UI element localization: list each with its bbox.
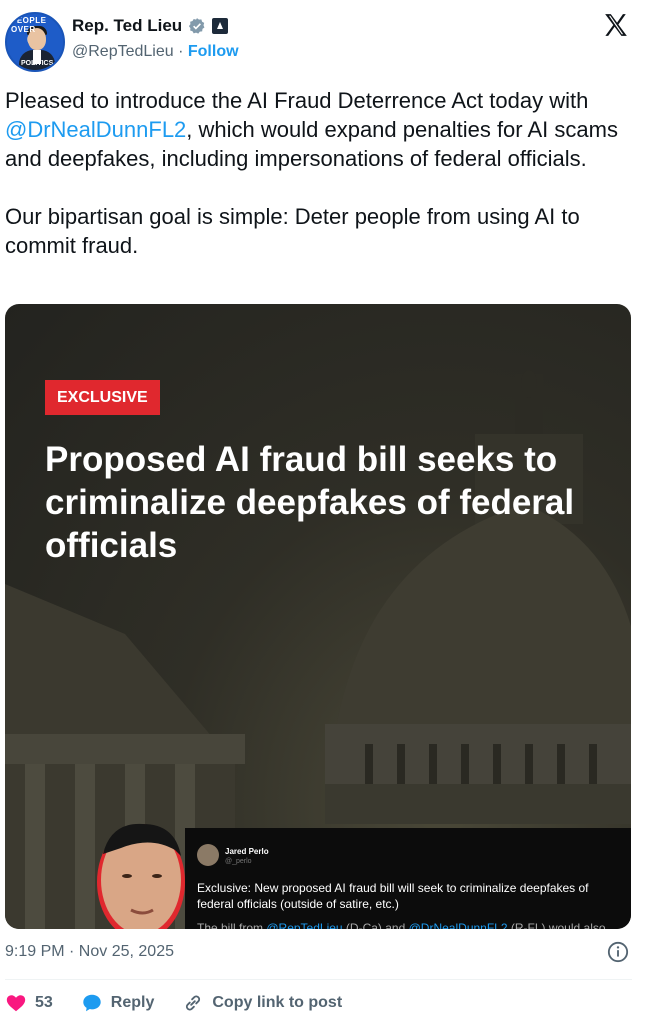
like-count: 53 xyxy=(35,994,53,1011)
like-button[interactable]: 53 xyxy=(5,992,53,1014)
author-handle[interactable]: @RepTedLieu xyxy=(72,43,174,60)
verified-badge-icon xyxy=(189,18,205,34)
avatar-ring-text-bottom: POLITICS xyxy=(21,60,54,67)
quote-text-part: The bill from xyxy=(197,921,267,929)
copy-link-label: Copy link to post xyxy=(212,994,343,1011)
reply-label: Reply xyxy=(110,994,155,1011)
tweet-paragraph-1: Pleased to introduce the AI Fraud Deterr… xyxy=(5,86,640,173)
mention-link[interactable]: @DrNealDunnFL2 xyxy=(5,117,186,142)
info-icon[interactable] xyxy=(607,941,629,963)
quote-text-part: (D-Ca) and xyxy=(342,921,409,929)
quote-author-handle: @_perlo xyxy=(225,858,252,865)
handle-separator: · xyxy=(178,43,184,60)
quote-avatar xyxy=(197,844,219,866)
follow-button[interactable]: Follow xyxy=(188,43,239,60)
tweet-timestamp[interactable]: 9:19 PM · Nov 25, 2025 xyxy=(5,943,174,961)
author-name[interactable]: Rep. Ted Lieu xyxy=(72,16,182,36)
author-handle-row: @RepTedLieu · Follow xyxy=(72,43,239,61)
tweet-text-part: Pleased to introduce the AI Fraud Deterr… xyxy=(5,88,589,113)
quote-mention: @DrNealDunnFL2 xyxy=(408,921,508,929)
person-cutout-image xyxy=(97,823,185,929)
x-logo-icon[interactable] xyxy=(603,12,629,38)
author-name-row: Rep. Ted Lieu xyxy=(72,16,229,36)
heart-icon xyxy=(6,995,26,1012)
media-image[interactable]: EXCLUSIVE Proposed AI fraud bill seeks t… xyxy=(5,304,631,929)
media-headline: Proposed AI fraud bill seeks to criminal… xyxy=(45,440,575,565)
link-icon xyxy=(186,995,201,1011)
action-bar: 53 Reply Copy link to post xyxy=(5,990,370,1016)
quote-text-continued: The bill from @RepTedLieu (D-Ca) and @Dr… xyxy=(197,920,617,929)
government-badge-icon xyxy=(212,18,229,34)
author-avatar[interactable]: PEOPLE OVER POLITICS xyxy=(5,12,65,72)
quote-text-part: (R-FL) would also... xyxy=(507,921,616,929)
avatar-ring-text-top: PEOPLE OVER xyxy=(11,16,47,34)
tweet-header: PEOPLE OVER POLITICS Rep. Ted Lieu @RepT… xyxy=(0,0,649,80)
quote-mention: @RepTedLieu xyxy=(266,921,343,929)
tweet-text: Pleased to introduce the AI Fraud Deterr… xyxy=(5,86,640,260)
reply-button[interactable]: Reply xyxy=(81,992,155,1014)
embedded-quote-card: Jared Perlo @_perlo Exclusive: New propo… xyxy=(185,828,631,929)
copy-link-button[interactable]: Copy link to post xyxy=(182,992,342,1014)
quote-author-name: Jared Perlo xyxy=(225,847,269,856)
tweet-paragraph-2: Our bipartisan goal is simple: Deter peo… xyxy=(5,204,580,258)
exclusive-badge: EXCLUSIVE xyxy=(45,380,160,415)
divider xyxy=(5,979,632,980)
reply-bubble-icon xyxy=(83,994,101,1012)
quote-text: Exclusive: New proposed AI fraud bill wi… xyxy=(197,881,589,911)
